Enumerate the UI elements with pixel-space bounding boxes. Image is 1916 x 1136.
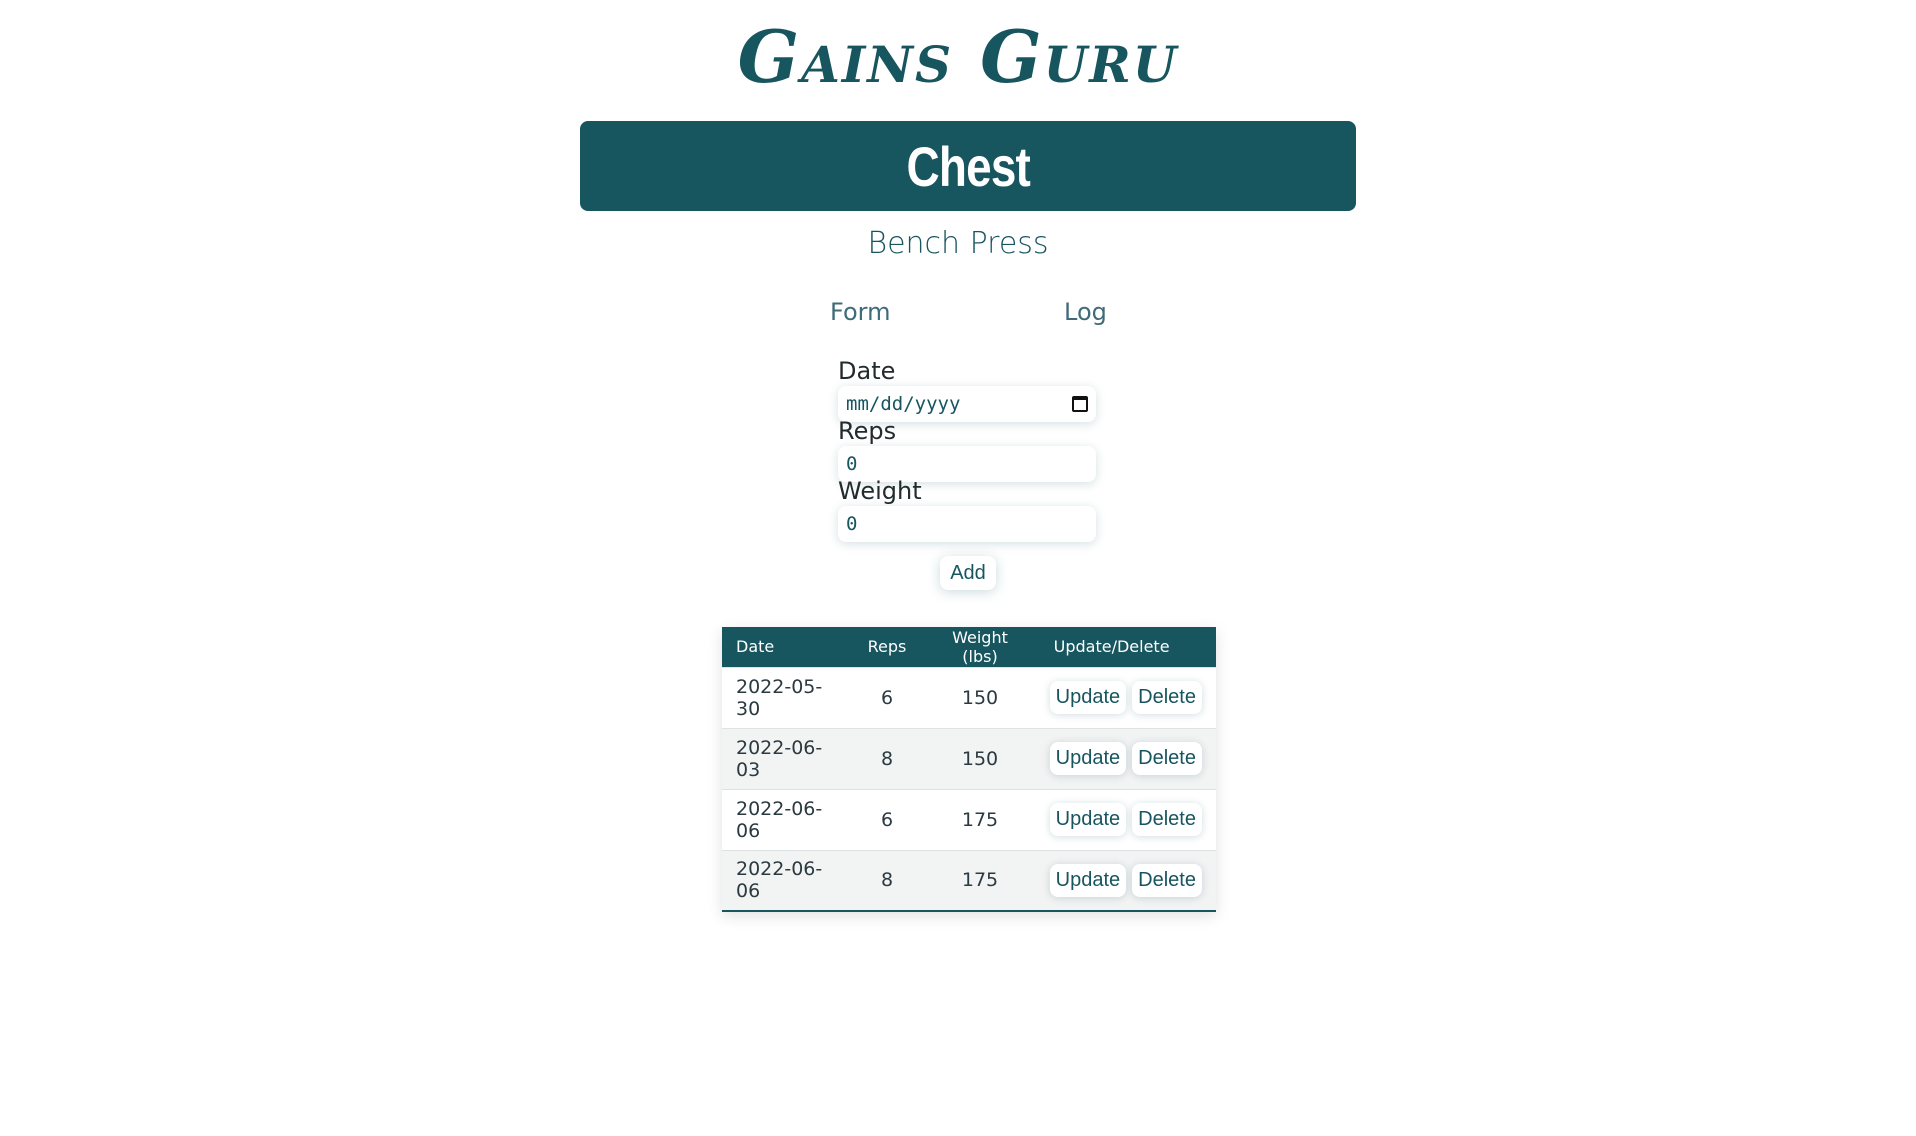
header-date: Date xyxy=(722,627,854,667)
weight-input[interactable]: 0 xyxy=(838,506,1096,542)
weight-field-group: Weight 0 xyxy=(838,476,1098,542)
update-button[interactable]: Update xyxy=(1049,803,1127,836)
table-row: 2022-06-06 6 175 Update Delete xyxy=(722,788,1216,850)
update-button[interactable]: Update xyxy=(1049,742,1127,775)
table-header-row: Date Reps Weight (lbs) Update/Delete xyxy=(722,627,1216,667)
category-banner: Chest xyxy=(580,121,1356,211)
category-title: Chest xyxy=(906,134,1030,198)
update-button[interactable]: Update xyxy=(1049,863,1127,897)
weight-label: Weight xyxy=(838,477,922,505)
header-actions: Update/Delete xyxy=(1039,627,1216,667)
date-field-group: Date mm/dd/yyyy xyxy=(838,356,1098,422)
cell-weight: 175 xyxy=(920,788,1040,850)
app-title: Gains Guru xyxy=(737,14,1179,99)
header-reps: Reps xyxy=(853,627,921,667)
log-entry-form: Date mm/dd/yyyy Reps 0 Weight 0 xyxy=(838,356,1098,542)
cell-date: 2022-06-06 xyxy=(722,849,854,911)
table-row: 2022-06-06 8 175 Update Delete xyxy=(722,849,1216,911)
header-weight: Weight (lbs) xyxy=(920,627,1040,667)
cell-weight: 150 xyxy=(920,666,1040,728)
delete-button[interactable]: Delete xyxy=(1132,803,1202,836)
update-button[interactable]: Update xyxy=(1049,681,1127,714)
reps-label: Reps xyxy=(838,417,897,445)
calendar-icon[interactable] xyxy=(1072,396,1088,412)
delete-button[interactable]: Delete xyxy=(1132,863,1202,897)
reps-input-value: 0 xyxy=(846,453,858,475)
delete-button[interactable]: Delete xyxy=(1132,742,1202,775)
reps-field-group: Reps 0 xyxy=(838,416,1098,482)
add-button[interactable]: Add xyxy=(940,556,996,590)
cell-date: 2022-06-03 xyxy=(722,727,854,789)
cell-weight: 150 xyxy=(920,727,1040,789)
cell-actions: Update Delete xyxy=(1039,849,1216,911)
log-table: Date Reps Weight (lbs) Update/Delete 202… xyxy=(722,627,1216,912)
cell-weight: 175 xyxy=(920,849,1040,911)
cell-reps: 8 xyxy=(853,849,921,911)
tab-log[interactable]: Log xyxy=(1064,298,1107,326)
exercise-name: Bench Press xyxy=(867,226,1049,261)
delete-button[interactable]: Delete xyxy=(1132,681,1202,714)
cell-reps: 6 xyxy=(853,788,921,850)
cell-reps: 8 xyxy=(853,727,921,789)
cell-actions: Update Delete xyxy=(1039,666,1216,728)
cell-actions: Update Delete xyxy=(1039,788,1216,850)
tab-form[interactable]: Form xyxy=(830,298,890,326)
cell-date: 2022-06-06 xyxy=(722,788,854,850)
date-input-value: mm/dd/yyyy xyxy=(846,393,961,415)
cell-date: 2022-05-30 xyxy=(722,666,854,728)
weight-input-value: 0 xyxy=(846,513,858,535)
date-label: Date xyxy=(838,357,896,385)
page: Gains Guru Chest Bench Press Form Log Da… xyxy=(0,0,1916,1136)
cell-reps: 6 xyxy=(853,666,921,728)
table-row: 2022-06-03 8 150 Update Delete xyxy=(722,727,1216,789)
cell-actions: Update Delete xyxy=(1039,727,1216,789)
table-row: 2022-05-30 6 150 Update Delete xyxy=(722,666,1216,728)
